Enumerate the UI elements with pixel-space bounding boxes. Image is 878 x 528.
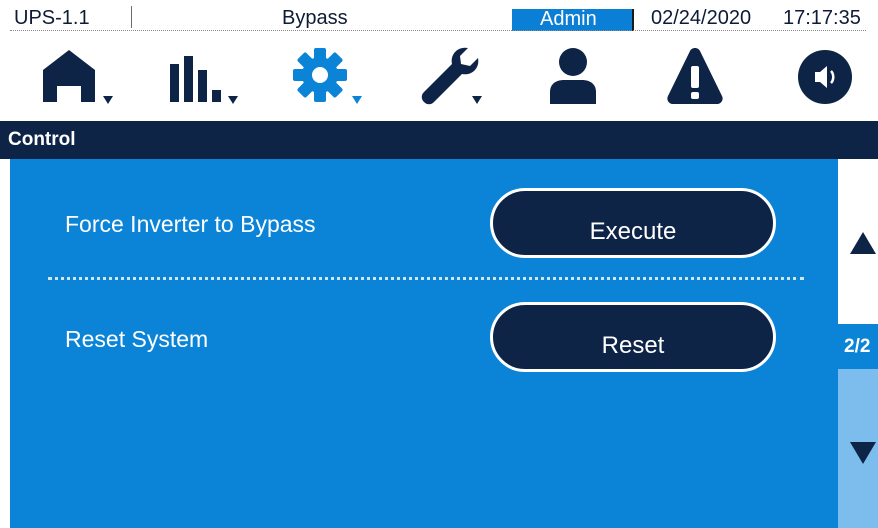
triangle-down-icon (850, 442, 876, 464)
execute-button[interactable]: Execute (490, 188, 776, 258)
reset-button[interactable]: Reset (490, 302, 776, 372)
status-separator (10, 30, 866, 31)
user-badge[interactable]: Admin (512, 9, 632, 31)
operating-mode: Bypass (282, 7, 348, 29)
bar-chart-icon (170, 56, 238, 104)
page-indicator: 2/2 (838, 324, 878, 369)
warning-icon (667, 48, 723, 104)
home-icon (43, 50, 113, 104)
alarms-button[interactable] (666, 44, 756, 112)
measurements-button[interactable] (168, 44, 258, 112)
scroll-up-button[interactable] (838, 159, 878, 324)
mute-button[interactable] (796, 44, 878, 112)
section-header: Control (0, 121, 878, 159)
pager: 2/2 (838, 159, 878, 528)
home-button[interactable] (40, 44, 130, 112)
main-toolbar (0, 34, 878, 120)
user-icon (550, 48, 596, 104)
section-title: Control (8, 129, 76, 150)
wrench-icon (421, 47, 482, 105)
speaker-icon (798, 50, 852, 104)
maintenance-button[interactable] (418, 44, 508, 112)
time: 17:17:35 (783, 7, 861, 29)
status-divider (131, 6, 132, 28)
user-badge-edge (632, 9, 634, 31)
settings-button[interactable] (291, 44, 381, 112)
device-name: UPS-1.1 (14, 7, 90, 29)
scroll-down-button[interactable] (838, 369, 878, 528)
control-panel: Force Inverter to Bypass Execute Reset S… (10, 159, 838, 528)
gear-icon (293, 48, 362, 104)
user-button[interactable] (544, 44, 634, 112)
reset-system-label: Reset System (65, 326, 209, 352)
date: 02/24/2020 (651, 7, 752, 29)
triangle-up-icon (850, 232, 876, 254)
status-bar: UPS-1.1 Bypass Admin 02/24/2020 17:17:35 (0, 0, 878, 34)
force-bypass-label: Force Inverter to Bypass (65, 211, 316, 237)
row-divider (48, 277, 804, 280)
